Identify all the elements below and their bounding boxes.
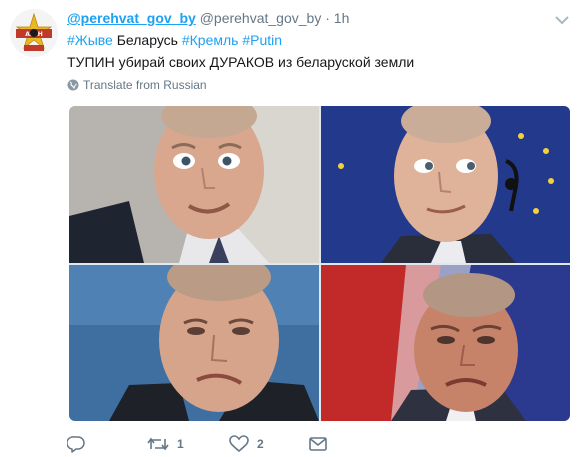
hashtag-zhyve[interactable]: #Жыве — [67, 32, 113, 48]
like-button[interactable]: 2 — [229, 432, 264, 456]
separator-dot: · — [325, 10, 330, 26]
translate-link[interactable]: Translate from Russian — [67, 77, 207, 93]
tweet-header: @perehvat_gov_by @perehvat_gov_by · 1h — [67, 8, 349, 28]
reply-icon — [67, 436, 85, 453]
like-count: 2 — [257, 437, 264, 451]
timestamp[interactable]: 1h — [334, 10, 350, 26]
display-name[interactable]: @perehvat_gov_by — [67, 10, 196, 26]
chevron-down-icon[interactable] — [555, 12, 569, 25]
translate-label: Translate from Russian — [83, 78, 207, 92]
globe-icon — [67, 79, 79, 91]
user-handle[interactable]: @perehvat_gov_by — [200, 10, 322, 26]
tweet-card: AΓEH @perehvat_gov_by @perehvat_gov_by ·… — [0, 0, 581, 457]
direct-message-button[interactable] — [309, 432, 327, 456]
tweet-action-bar: 1 2 — [67, 432, 367, 456]
retweet-icon — [147, 437, 169, 451]
hashtag-kreml[interactable]: #Кремль — [182, 32, 239, 48]
tweet-photo[interactable] — [69, 106, 319, 263]
avatar-emblem-icon: AΓEH — [10, 9, 58, 57]
tweet-photo[interactable] — [321, 265, 570, 421]
avatar[interactable]: AΓEH — [10, 9, 58, 57]
envelope-icon — [309, 437, 327, 451]
hashtag-putin[interactable]: #Putin — [242, 32, 282, 48]
media-grid — [69, 106, 570, 421]
tweet-text-line-2: ТУПИН убирай своих ДУРАКОВ из беларуской… — [67, 54, 415, 70]
retweet-count: 1 — [177, 437, 184, 451]
tweet-word: Беларусь — [112, 32, 182, 48]
tweet-photo[interactable] — [69, 265, 319, 421]
reply-button[interactable] — [67, 432, 93, 456]
retweet-button[interactable]: 1 — [147, 432, 184, 456]
tweet-text-line-1: #Жыве Беларусь #Кремль #Putin — [67, 30, 282, 50]
heart-icon — [229, 435, 249, 453]
tweet-photo[interactable] — [321, 106, 570, 263]
